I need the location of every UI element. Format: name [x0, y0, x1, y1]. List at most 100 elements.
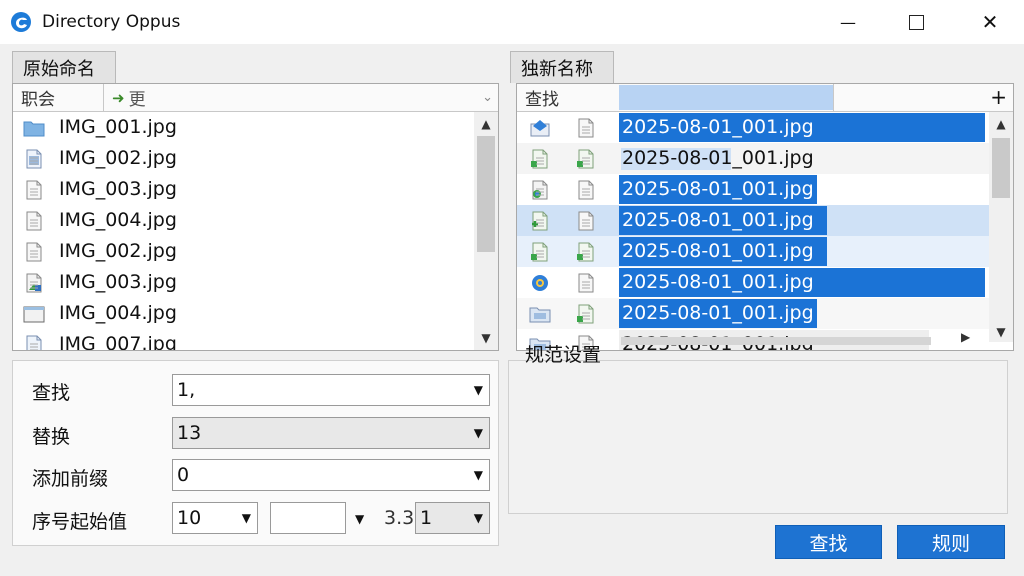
- left-scrollbar[interactable]: ▲ ▼: [474, 112, 498, 350]
- rules-button-label: 规则: [931, 532, 970, 555]
- find-label: 查找: [32, 382, 71, 404]
- replace-combo[interactable]: 13 ▼: [172, 417, 490, 449]
- replace-label: 替换: [32, 426, 71, 448]
- file-row[interactable]: 2025-08-01_001.jpg: [517, 174, 989, 205]
- file-row[interactable]: 2025-08-01_001.jpg: [517, 143, 989, 174]
- document-file-icon: [575, 211, 597, 231]
- sequence-start-combo[interactable]: 10 ▼: [172, 502, 258, 534]
- file-row[interactable]: 2025-08-01_001.jpg: [517, 112, 989, 143]
- rules-button[interactable]: 规则: [897, 525, 1005, 559]
- chevron-down-icon[interactable]: ▼: [242, 511, 251, 525]
- chevron-down-icon[interactable]: ▼: [355, 512, 364, 526]
- new-file-name: 2025-08-01_001.jpg: [622, 240, 814, 262]
- find-button-label: 查找: [809, 532, 848, 555]
- minimize-button[interactable]: —: [820, 0, 876, 44]
- list-header: 职会 ➜ 更 ⌄: [13, 84, 498, 112]
- sequence-label: 序号起始值: [32, 511, 128, 533]
- maximize-icon: [908, 14, 924, 30]
- settings-title: 规范设置: [525, 344, 602, 366]
- green-doc-icon: [575, 149, 597, 169]
- add-column-icon[interactable]: +: [990, 84, 1007, 111]
- folder-icon: [23, 118, 45, 138]
- settings-box: [508, 360, 1008, 514]
- globe-doc-icon: [529, 180, 551, 200]
- chevron-down-icon[interactable]: ▼: [474, 511, 483, 525]
- column-header[interactable]: 查找: [517, 84, 619, 111]
- sequence-digits-input[interactable]: [270, 502, 346, 534]
- text-file-icon: [23, 335, 45, 350]
- scroll-up-icon[interactable]: ▲: [989, 114, 1013, 134]
- filter-combo[interactable]: ➜ 更 ⌄: [103, 84, 498, 111]
- document-file-icon: [23, 211, 45, 231]
- file-row[interactable]: 2025-08-01_001.jpg: [517, 236, 989, 267]
- folder-doc-icon: [529, 304, 551, 324]
- sequence-step-combo[interactable]: 1 ▼: [415, 502, 490, 534]
- file-name: IMG_002.jpg: [59, 240, 177, 262]
- find-combo[interactable]: 1, ▼: [172, 374, 490, 406]
- file-row[interactable]: IMG_002.jpg: [13, 236, 498, 267]
- chevron-down-icon[interactable]: ▼: [474, 383, 483, 397]
- green-doc-icon: [575, 304, 597, 324]
- scroll-thumb[interactable]: [992, 138, 1010, 198]
- prefix-label: 添加前缀: [32, 468, 109, 490]
- minimize-icon: —: [840, 12, 856, 32]
- folder-window-icon: [23, 304, 45, 324]
- new-file-name: 2025-08-01_001.jpg: [622, 147, 814, 169]
- file-row[interactable]: IMG_001.jpg: [13, 112, 498, 143]
- prefix-combo-value: 0: [177, 464, 190, 486]
- file-name: IMG_004.jpg: [59, 302, 177, 324]
- file-row[interactable]: 2025-08-01_001.jpg: [517, 205, 989, 236]
- scroll-thumb[interactable]: [477, 136, 495, 252]
- file-name: IMG_003.jpg: [59, 271, 177, 293]
- file-row[interactable]: IMG_003.jpg: [13, 174, 498, 205]
- new-file-name: 2025-08-01_001.jpg: [622, 209, 814, 231]
- file-row[interactable]: 2025-08-01_001.jpg: [517, 267, 989, 298]
- scroll-up-icon[interactable]: ▲: [474, 114, 498, 134]
- green-doc-icon: [575, 242, 597, 262]
- file-row[interactable]: 2025-08-01_001.jpg: [517, 298, 989, 329]
- spreadsheet-file-icon: [23, 149, 45, 169]
- new-file-name: 2025-08-01_001.jpg: [622, 178, 814, 200]
- chevron-down-icon[interactable]: ▼: [474, 426, 483, 440]
- new-file-name: 2025-08-01_001.jpg: [622, 271, 814, 293]
- maximize-button[interactable]: [888, 0, 944, 44]
- document-file-icon: [23, 180, 45, 200]
- original-files-list[interactable]: 职会 ➜ 更 ⌄ IMG_001.jpg IMG_002.jpg IMG_003…: [12, 83, 499, 351]
- new-file-name: 2025-08-01_001.jpg: [622, 116, 814, 138]
- filter-combo-value: 更: [128, 90, 146, 110]
- prefix-combo[interactable]: 0 ▼: [172, 459, 490, 491]
- file-name: IMG_007.jpg: [59, 333, 177, 351]
- tab-label: 原始命名: [23, 58, 95, 80]
- scroll-down-icon[interactable]: ▼: [989, 322, 1013, 342]
- file-row[interactable]: IMG_004.jpg: [13, 298, 498, 329]
- tab-original-names[interactable]: 原始命名: [12, 51, 116, 83]
- horizontal-scroll-thumb[interactable]: [621, 337, 931, 345]
- document-file-icon: [575, 180, 597, 200]
- column-header[interactable]: 职会: [13, 84, 103, 111]
- file-row[interactable]: IMG_004.jpg: [13, 205, 498, 236]
- chevron-down-icon[interactable]: ▼: [474, 468, 483, 482]
- app-logo-icon: [11, 12, 31, 32]
- image-file-icon: [23, 273, 45, 293]
- right-scrollbar[interactable]: ▲ ▼: [989, 112, 1013, 342]
- file-row[interactable]: IMG_002.jpg: [13, 143, 498, 174]
- scroll-down-icon[interactable]: ▼: [474, 328, 498, 348]
- replace-combo-value: 13: [177, 422, 202, 444]
- sequence-step-value: 1: [420, 507, 433, 529]
- new-names-list[interactable]: 查找 + 2025-08-01_001.jpg 2025-08-01_001.j…: [516, 83, 1014, 351]
- scroll-right-icon[interactable]: ▶: [961, 330, 970, 344]
- column-header-selected[interactable]: [619, 85, 833, 110]
- new-file-name: 2025-08-01_001.jpg: [622, 302, 814, 324]
- tab-label: 独新名称: [521, 58, 593, 80]
- file-row[interactable]: IMG_003.jpg: [13, 267, 498, 298]
- close-button[interactable]: ✕: [962, 0, 1018, 44]
- list-header: 查找 +: [517, 84, 1013, 112]
- document-file-icon: [23, 242, 45, 262]
- tab-new-names[interactable]: 独新名称: [510, 51, 614, 83]
- find-button[interactable]: 查找: [775, 525, 882, 559]
- file-row[interactable]: IMG_007.jpg: [13, 329, 498, 351]
- close-icon: ✕: [981, 10, 999, 34]
- document-file-icon: [575, 273, 597, 293]
- arrow-folder-icon: ➜: [112, 88, 125, 107]
- file-name: IMG_004.jpg: [59, 209, 177, 231]
